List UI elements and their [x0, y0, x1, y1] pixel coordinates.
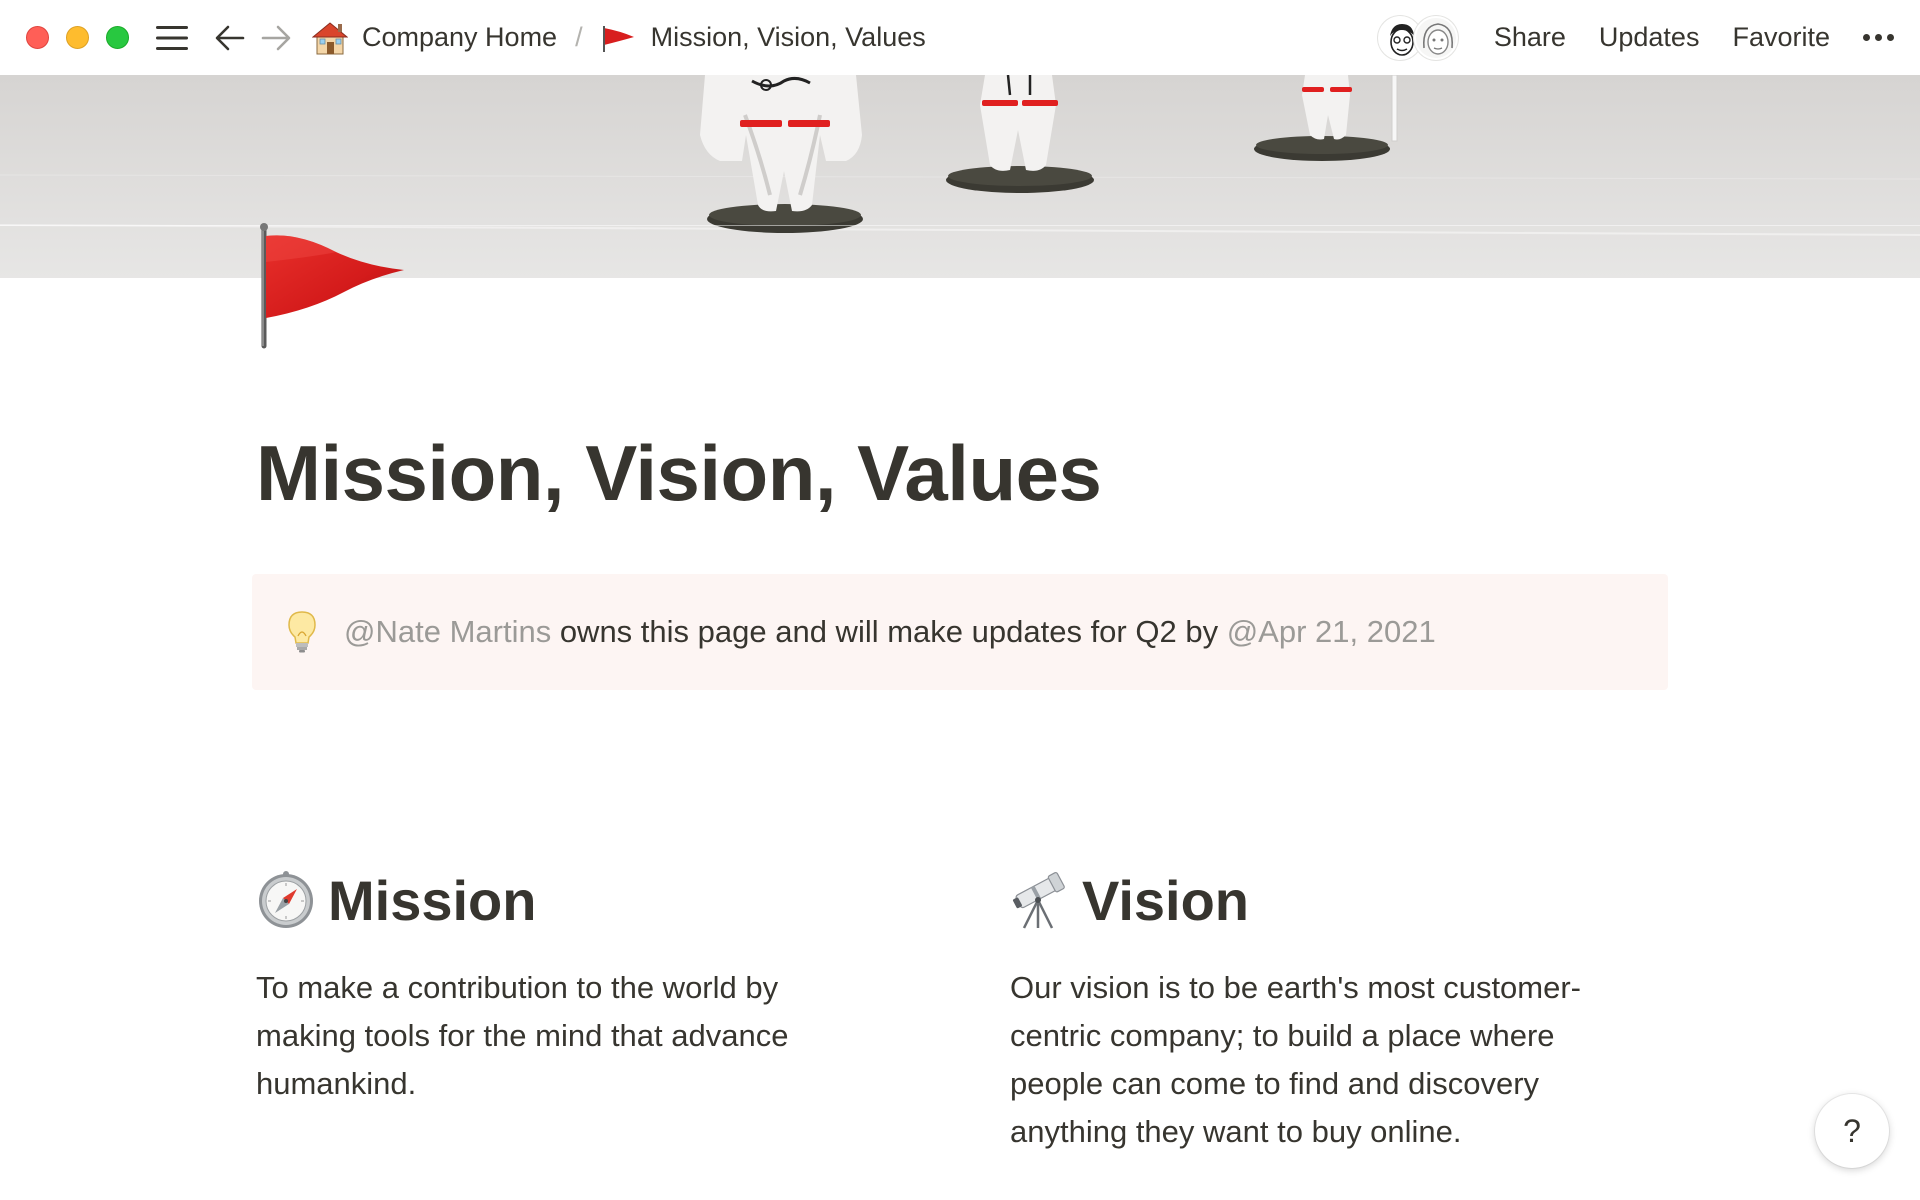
arrow-right-icon	[261, 25, 291, 50]
vision-column: Vision Our vision is to be earth's most …	[1010, 860, 1650, 1156]
red-flag-icon	[601, 20, 637, 56]
minimize-window-button[interactable]	[66, 26, 89, 49]
red-flag-icon	[260, 223, 404, 349]
telescope-icon	[1010, 870, 1070, 930]
more-options-button[interactable]	[1863, 34, 1894, 41]
favorite-button[interactable]: Favorite	[1732, 22, 1830, 53]
callout-text: @Nate Martins owns this page and will ma…	[344, 614, 1436, 650]
mission-heading-text: Mission	[328, 868, 537, 932]
date-mention[interactable]: @Apr 21, 2021	[1227, 614, 1436, 649]
share-button[interactable]: Share	[1494, 22, 1566, 53]
callout-block[interactable]: @Nate Martins owns this page and will ma…	[252, 574, 1668, 690]
maximize-window-button[interactable]	[106, 26, 129, 49]
vision-heading[interactable]: Vision	[1010, 860, 1650, 940]
lightbulb-icon[interactable]	[282, 609, 322, 655]
notion-window: Company Home / Mission, Vision, Values S…	[0, 0, 1920, 1200]
breadcrumb-item-current-page[interactable]: Mission, Vision, Values	[601, 20, 926, 56]
mission-heading[interactable]: Mission	[256, 860, 896, 940]
user-mention[interactable]: @Nate Martins	[344, 614, 551, 649]
breadcrumb-label: Mission, Vision, Values	[650, 22, 926, 52]
vision-body-text[interactable]: Our vision is to be earth's most custome…	[1010, 964, 1620, 1156]
page-title[interactable]: Mission, Vision, Values	[256, 428, 1102, 519]
more-dots-icon	[1863, 34, 1894, 41]
breadcrumb-item-company-home[interactable]: Company Home	[312, 20, 557, 56]
breadcrumb: Company Home / Mission, Vision, Values	[312, 20, 926, 56]
house-icon	[312, 20, 348, 56]
avatar[interactable]	[1413, 15, 1458, 60]
window-controls	[26, 26, 146, 49]
help-button[interactable]: ?	[1815, 1094, 1889, 1168]
title-bar: Company Home / Mission, Vision, Values S…	[0, 0, 1920, 75]
sidebar-toggle-button[interactable]	[152, 18, 192, 58]
callout-body-text: owns this page and will make updates for…	[551, 614, 1227, 649]
forward-button[interactable]	[256, 18, 296, 58]
topbar-actions: Share Updates Favorite	[1377, 0, 1920, 75]
page-icon[interactable]	[258, 222, 408, 352]
hamburger-menu-icon	[156, 25, 188, 50]
breadcrumb-label: Company Home	[362, 22, 558, 52]
collaborator-avatars[interactable]	[1377, 15, 1458, 60]
breadcrumb-separator: /	[575, 22, 583, 52]
help-label: ?	[1843, 1112, 1861, 1149]
updates-button[interactable]: Updates	[1599, 22, 1700, 53]
compass-icon	[256, 870, 316, 930]
close-window-button[interactable]	[26, 26, 49, 49]
back-button[interactable]	[210, 18, 250, 58]
mission-body-text[interactable]: To make a contribution to the world by m…	[256, 964, 856, 1108]
arrow-left-icon	[215, 25, 245, 50]
vision-heading-text: Vision	[1082, 868, 1250, 932]
mission-column: Mission To make a contribution to the wo…	[256, 860, 896, 1108]
